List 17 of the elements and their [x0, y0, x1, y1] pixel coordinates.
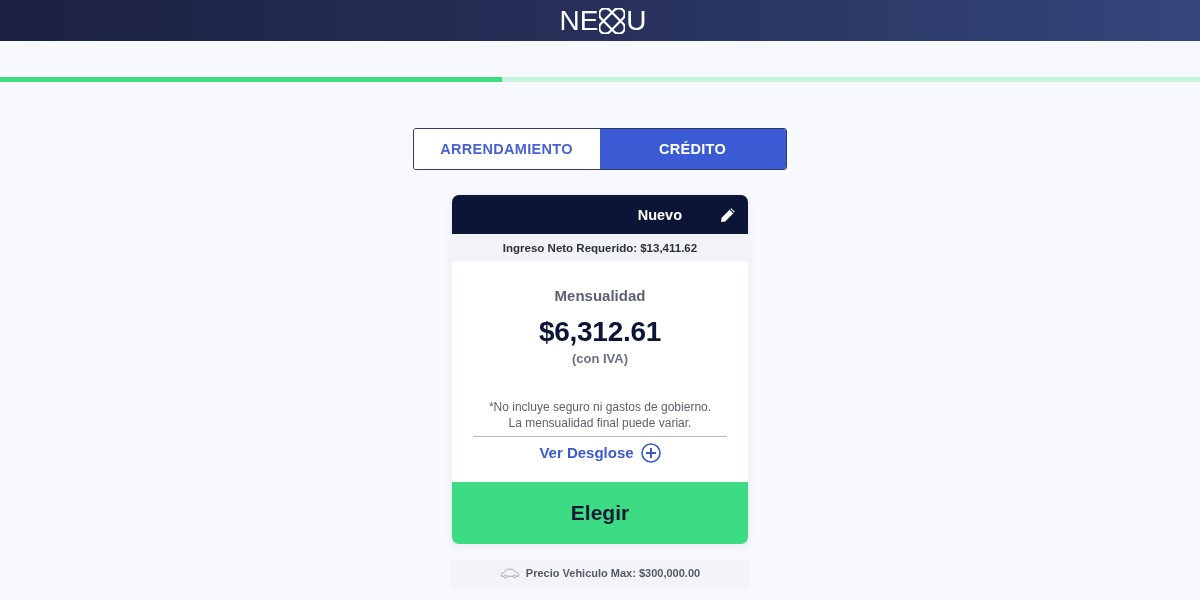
payment-label: Mensualidad [554, 287, 646, 305]
income-text: Ingreso Neto Requerido: $13,411.62 [502, 241, 698, 254]
choose-button[interactable]: Elegir [452, 482, 748, 544]
plus-circle-icon [640, 443, 661, 463]
logo-text: U [626, 5, 647, 36]
pencil-icon[interactable] [720, 206, 736, 223]
plan-tab[interactable]: ARRENDAMIENTO [413, 129, 600, 169]
card-title: Nuevo [637, 206, 682, 223]
plan-tab[interactable]: CRÉDITO [599, 129, 786, 169]
tax-note: (con IVA) [571, 351, 629, 367]
disclaimer-text: *No incluye seguro ni gastos de gobierno. La mensualidad final puede variar. [488, 399, 712, 431]
car-icon [499, 567, 520, 579]
knot-icon [599, 7, 626, 34]
breakdown-link[interactable]: Ver Desglose [539, 442, 661, 464]
payment-amount: $6,312.61 [539, 316, 661, 348]
max-price-text: Precio Vehiculo Max: $300,000.00 [525, 567, 701, 579]
logo-text: NE [559, 5, 599, 36]
